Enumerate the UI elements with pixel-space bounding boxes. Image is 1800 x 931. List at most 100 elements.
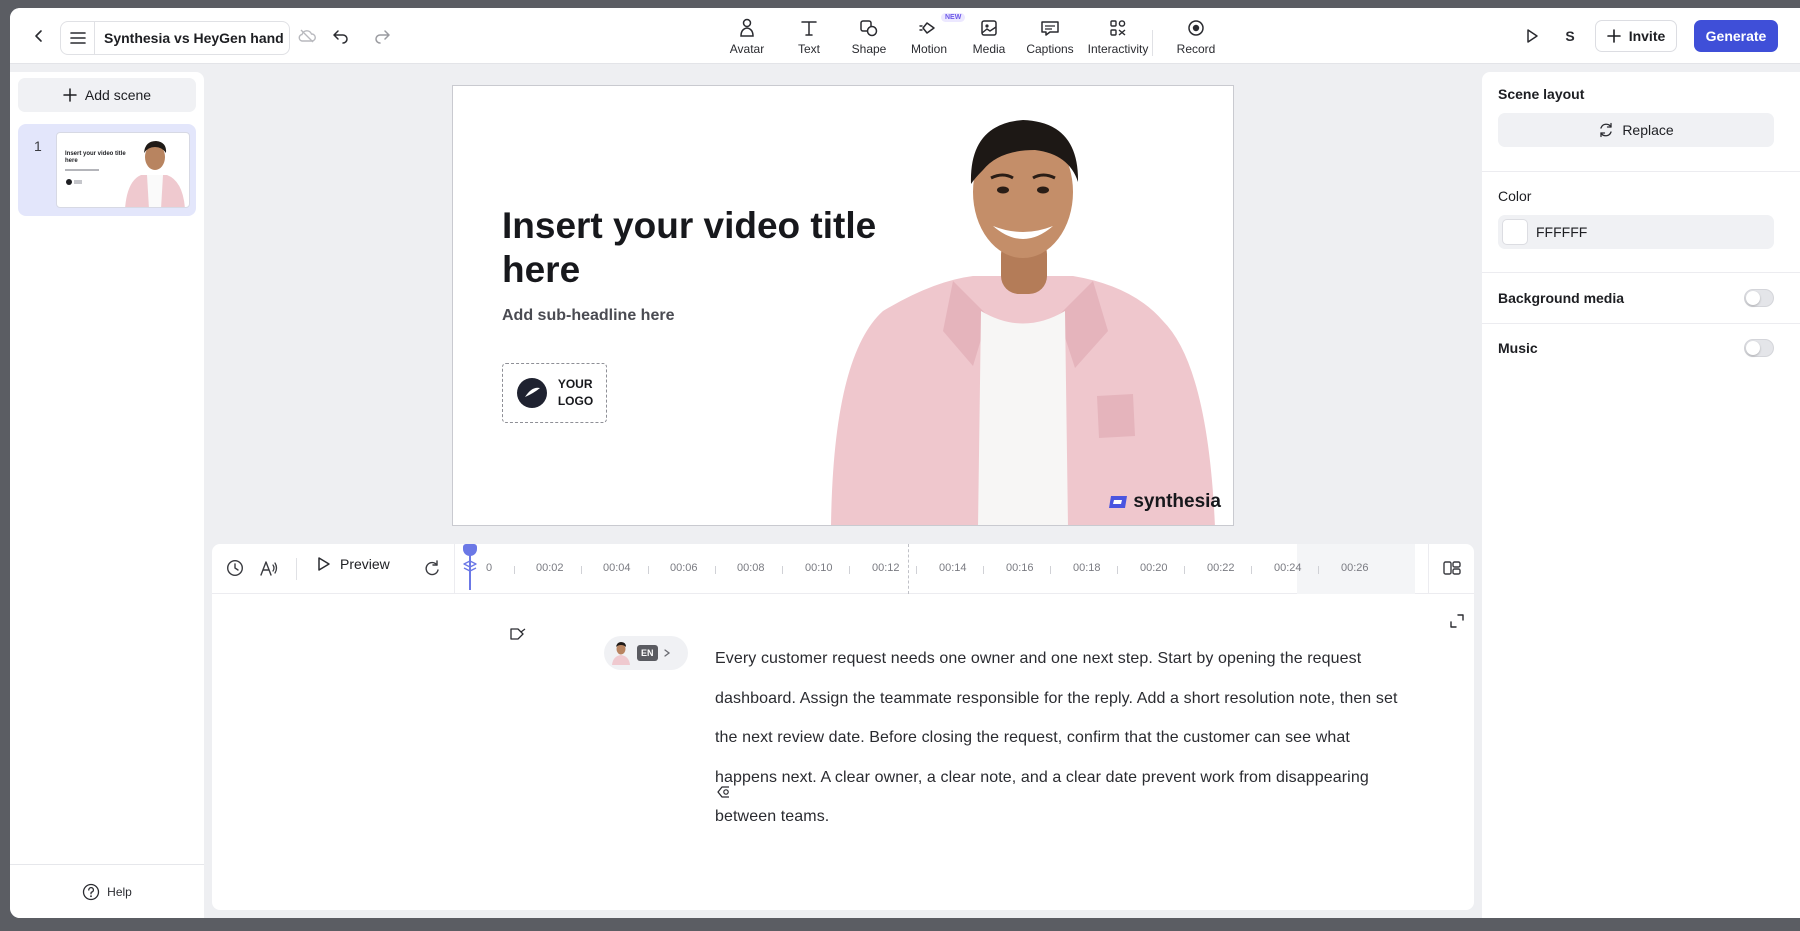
project-title-box[interactable]: Synthesia vs HeyGen hand [60, 21, 290, 55]
timeline-bar: Preview 0 00:02 00:04 00:06 00:08 00:10 … [212, 544, 1474, 594]
invite-label: Invite [1628, 28, 1666, 44]
plus-icon [1606, 29, 1621, 43]
tool-text[interactable]: Text [781, 16, 837, 56]
tick-label: 00:10 [805, 562, 833, 574]
menu-button[interactable] [61, 22, 95, 54]
preview-button[interactable]: Preview [316, 556, 390, 572]
logo-placeholder[interactable]: YOUR LOGO [502, 363, 607, 423]
music-toggle[interactable] [1744, 339, 1774, 357]
tick-label: 00:14 [939, 562, 967, 574]
tick-mark [849, 566, 850, 574]
captions-icon [1041, 21, 1059, 36]
color-input[interactable]: FFFFFF [1498, 215, 1774, 249]
tick-label: 00:18 [1073, 562, 1101, 574]
tick-mark [1184, 566, 1185, 574]
avatar-thumbnail [612, 642, 630, 665]
tool-captions[interactable]: Captions [1020, 16, 1080, 56]
brand-watermark: synthesia [1107, 491, 1221, 513]
playhead-handle[interactable] [463, 544, 477, 556]
tick-mark [648, 566, 649, 574]
redo-button[interactable] [367, 21, 397, 51]
video-subheadline[interactable]: Add sub-headline here [502, 307, 674, 325]
user-avatar[interactable]: S [1555, 21, 1585, 51]
color-value[interactable]: FFFFFF [1536, 224, 1587, 240]
tool-label: Avatar [729, 42, 765, 56]
help-button[interactable]: Help [10, 864, 204, 918]
tick-label: 00:26 [1341, 562, 1369, 574]
thumb-avatar-image [125, 141, 185, 207]
tool-shape[interactable]: Shape [841, 16, 897, 56]
timeline-ruler[interactable]: 0 00:02 00:04 00:06 00:08 00:10 00:12 00… [486, 544, 1428, 594]
tick-label: 0 [486, 562, 493, 574]
avatar-icon [740, 18, 754, 37]
tool-avatar[interactable]: Avatar [719, 16, 775, 56]
avatar-image[interactable] [823, 106, 1234, 526]
voice-settings-button[interactable] [259, 559, 279, 580]
scene-thumbnail[interactable]: Insert your video title here [56, 132, 190, 208]
shape-icon [860, 20, 878, 37]
background-media-section: Background media [1482, 273, 1800, 324]
tick-mark [514, 566, 515, 574]
tool-record[interactable]: Record [1168, 16, 1224, 56]
back-button[interactable] [24, 21, 54, 51]
generate-button[interactable]: Generate [1694, 20, 1778, 52]
tick-mark [1251, 566, 1252, 574]
undo-button[interactable] [326, 21, 356, 51]
voice-icon [260, 561, 278, 576]
help-icon [83, 883, 100, 900]
preview-label: Preview [340, 556, 390, 572]
logo-mark-icon [516, 378, 547, 408]
tick-mark [983, 566, 984, 574]
tick-label: 00:04 [603, 562, 631, 574]
tool-label: Shape [851, 42, 887, 56]
split-view-icon [1443, 561, 1461, 575]
tick-mark [715, 566, 716, 574]
replace-layout-button[interactable]: Replace [1498, 113, 1774, 147]
timeline-layout-button[interactable] [1442, 559, 1462, 580]
video-canvas[interactable]: Insert your video title here Add sub-hea… [452, 85, 1234, 526]
tool-interactivity[interactable]: Interactivity [1076, 16, 1160, 56]
chevron-left-icon [35, 30, 42, 42]
undo-icon [333, 30, 348, 44]
loop-button[interactable] [423, 559, 441, 580]
script-text[interactable]: Every customer request needs one owner a… [715, 639, 1415, 837]
background-media-label: Background media [1498, 290, 1625, 306]
media-icon [981, 20, 997, 36]
motion-icon [919, 22, 935, 34]
thumb-logo-text [74, 180, 82, 184]
scene-card[interactable]: 1 Insert your video title here [18, 124, 196, 216]
project-title[interactable]: Synthesia vs HeyGen hand [95, 30, 284, 46]
scene-layout-section: Scene layout Replace [1482, 72, 1800, 172]
add-scene-button[interactable]: Add scene [18, 78, 196, 112]
clock-icon [226, 559, 244, 577]
color-section: Color FFFFFF [1482, 172, 1800, 273]
replace-label: Replace [1622, 122, 1674, 138]
timeline-divider [1428, 544, 1429, 594]
expand-editor-button[interactable] [1442, 606, 1472, 636]
pause-marker-icon[interactable] [716, 784, 732, 800]
refresh-icon [425, 560, 439, 576]
background-media-toggle[interactable] [1744, 289, 1774, 307]
invite-button[interactable]: Invite [1595, 20, 1677, 52]
tick-label: 00:24 [1274, 562, 1302, 574]
avatar-language-chip[interactable]: EN [604, 636, 688, 670]
gesture-marker-icon[interactable] [509, 626, 527, 642]
plus-icon [63, 88, 77, 102]
thumb-logo [66, 179, 72, 185]
tick-mark [1117, 566, 1118, 574]
tool-label: Interactivity [1087, 42, 1149, 56]
redo-icon [375, 30, 390, 44]
tick-label: 00:22 [1207, 562, 1235, 574]
tool-label: Media [972, 42, 1006, 56]
script-editor: Preview 0 00:02 00:04 00:06 00:08 00:10 … [212, 544, 1474, 910]
tool-motion[interactable]: NEW Motion [901, 13, 966, 56]
thumb-subline [65, 169, 99, 171]
synthesia-logo-icon [1109, 496, 1128, 508]
scene-number: 1 [34, 138, 42, 154]
color-swatch[interactable] [1502, 219, 1528, 245]
music-label: Music [1498, 340, 1538, 356]
tool-media[interactable]: Media [961, 16, 1017, 56]
play-preview-button[interactable] [1517, 21, 1547, 51]
history-button[interactable] [226, 559, 244, 580]
toolbar-divider [1152, 30, 1153, 56]
